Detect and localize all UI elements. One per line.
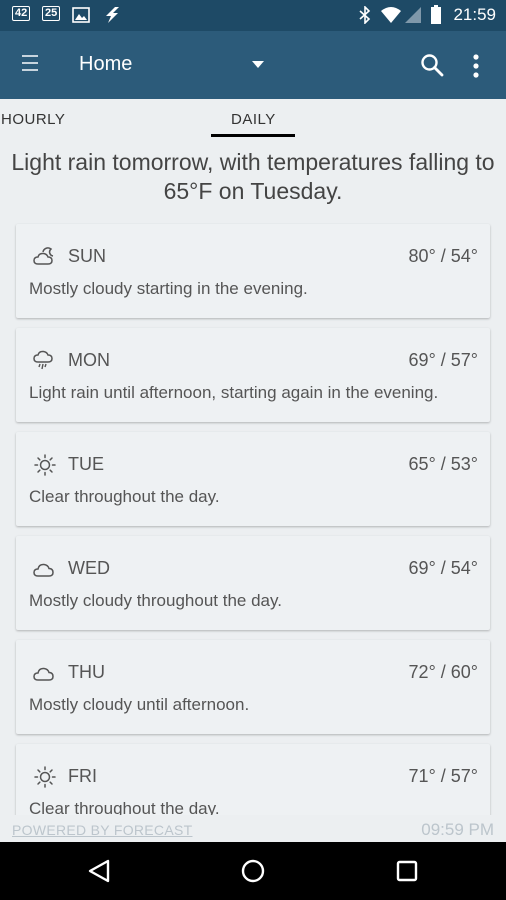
bluetooth-icon [358,6,372,24]
day-label: MON [68,350,110,370]
day-card-thu[interactable]: THU 72° / 60° Mostly cloudy until aftern… [16,640,490,734]
image-notification-icon [72,6,90,24]
day-summary: Light rain until afternoon, starting aga… [29,383,439,402]
day-card-tue[interactable]: TUE 65° / 53° Clear throughout the day. [16,432,490,526]
partly-cloudy-night-icon [33,246,57,266]
more-options-icon[interactable] [472,53,480,79]
chevron-down-icon[interactable] [252,61,264,68]
day-label: FRI [68,766,97,786]
status-bar: 42 25 21:59 [0,0,506,31]
day-summary: Mostly cloudy throughout the day. [29,591,282,610]
day-card-wed[interactable]: WED 69° / 54° Mostly cloudy throughout t… [16,536,490,630]
temperature-range: 80° / 54° [408,246,478,266]
sun-icon [33,766,57,788]
day-label: THU [68,662,105,682]
battery-icon [430,5,442,24]
day-card-mon[interactable]: MON 69° / 57° Light rain until afternoon… [16,328,490,422]
wifi-icon [380,6,402,24]
day-label: TUE [68,454,104,474]
recents-icon[interactable] [393,857,421,885]
temperature-range: 69° / 54° [408,558,478,578]
day-summary: Mostly cloudy until afternoon. [29,695,250,714]
notification-badge-icon: 42 [12,6,31,21]
clock: 21:59 [453,5,496,24]
cloud-icon [33,662,57,682]
day-label: WED [68,558,110,578]
sun-icon [33,454,57,476]
back-icon[interactable] [86,857,114,885]
tab-hourly[interactable]: HOURLY [1,111,65,128]
rain-icon [33,350,57,370]
temperature-range: 72° / 60° [408,662,478,682]
day-card-sun[interactable]: SUN 80° / 54° Mostly cloudy starting in … [16,224,490,318]
daily-list[interactable]: SUN 80° / 54° Mostly cloudy starting in … [0,223,506,815]
calendar-notification-icon: 25 [42,6,61,21]
day-label: SUN [68,246,107,266]
menu-icon[interactable] [22,55,38,75]
forecast-summary: Light rain tomorrow, with temperatures f… [11,149,495,204]
temperature-range: 69° / 57° [408,350,478,370]
powered-by-link[interactable]: POWERED BY FORECAST [12,822,192,838]
day-summary: Clear throughout the day. [29,487,220,506]
navigation-bar [0,842,506,900]
tab-daily[interactable]: DAILY [231,111,276,128]
day-card-fri[interactable]: FRI 71° / 57° Clear throughout the day. [16,744,490,815]
temperature-range: 71° / 57° [408,766,478,786]
search-icon[interactable] [420,53,444,77]
home-icon[interactable] [239,857,267,885]
cell-signal-icon [404,6,422,24]
tab-indicator [211,134,295,137]
lightning-icon [101,6,123,24]
location-title[interactable]: Home [79,53,132,76]
temperature-range: 65° / 53° [408,454,478,474]
updated-time: 09:59 PM [421,820,494,839]
day-summary: Clear throughout the day. [29,799,220,815]
day-summary: Mostly cloudy starting in the evening. [29,279,308,298]
cloud-icon [33,558,57,578]
app-bar: Home [0,31,506,99]
